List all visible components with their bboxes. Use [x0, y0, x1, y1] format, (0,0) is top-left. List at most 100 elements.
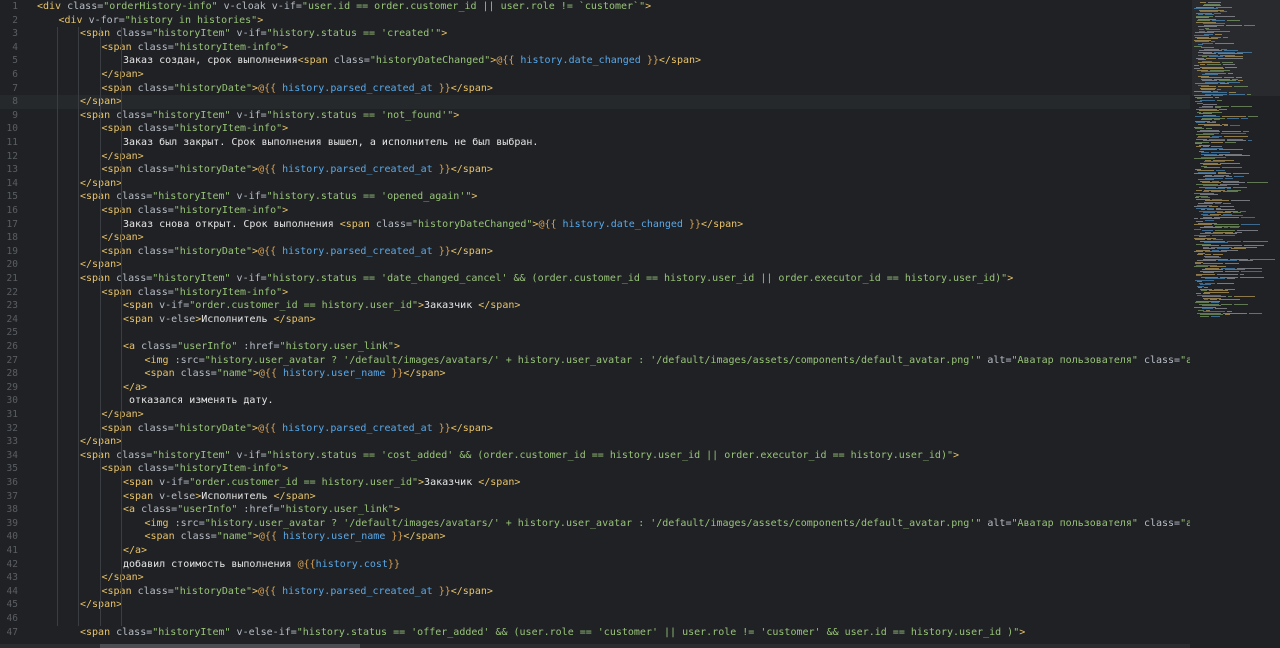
minimap-line: [1220, 83, 1229, 85]
minimap-line: [1224, 227, 1228, 229]
code-text: <span class="historyItem-info">: [102, 122, 289, 136]
token-txt: отказался изменять дату.: [123, 395, 274, 407]
token-attr: class=: [116, 626, 153, 638]
token-str: "historyDate": [173, 585, 253, 597]
minimap-line: [1223, 63, 1235, 65]
code-line[interactable]: 17 Заказ снова открыт. Срок выполнения <s…: [0, 218, 1190, 232]
code-line[interactable]: 42 добавил стоимость выполнения @{{histor…: [0, 558, 1190, 572]
minimap-line: [1234, 296, 1255, 298]
code-text: <span class="historyDate">@{{ history.pa…: [102, 245, 493, 259]
minimap-line: [1230, 125, 1240, 127]
code-line[interactable]: 18 </span>: [0, 231, 1190, 245]
token-attr: class=: [137, 123, 174, 135]
token-str: "user.id == order.customer_id || user.ro…: [301, 1, 646, 12]
token-attr: class=: [137, 205, 174, 216]
token-tag: <span: [297, 55, 334, 67]
code-line[interactable]: 45 </span>: [0, 598, 1190, 612]
code-line[interactable]: 47 <span class="historyItem" v-else-if="h…: [0, 626, 1190, 640]
minimap-line: [1220, 206, 1234, 208]
code-line[interactable]: 2 <div v-for="history in histories">: [0, 14, 1190, 28]
code-line[interactable]: 46: [0, 612, 1190, 626]
token-str: "name": [216, 531, 253, 543]
code-line[interactable]: 10 <span class="historyItem-info">: [0, 122, 1190, 136]
code-line[interactable]: 21 <span class="historyItem" v-if="histor…: [0, 272, 1190, 286]
code-line[interactable]: 12 </span>: [0, 150, 1190, 164]
code-line[interactable]: 43 </span>: [0, 571, 1190, 585]
code-line[interactable]: 6 </span>: [0, 68, 1190, 82]
code-line[interactable]: 8 </span>: [0, 95, 1190, 109]
line-number: 9: [12, 109, 18, 121]
horizontal-scrollbar-thumb[interactable]: [100, 644, 360, 648]
code-line[interactable]: 4 <span class="historyItem-info">: [0, 41, 1190, 55]
minimap-line: [1227, 240, 1241, 242]
code-line[interactable]: 23 <span v-if="order.customer_id == histo…: [0, 299, 1190, 313]
minimap-line: [1226, 24, 1242, 26]
minimap[interactable]: [1192, 0, 1280, 648]
code-line[interactable]: 25: [0, 326, 1190, 340]
code-line[interactable]: 5 Заказ создан, срок выполнения<span clas…: [0, 54, 1190, 68]
horizontal-scrollbar[interactable]: [0, 644, 1190, 648]
minimap-line: [1227, 20, 1240, 22]
token-mus: @{{: [496, 55, 521, 67]
code-line[interactable]: 44 <span class="historyDate">@{{ history.…: [0, 585, 1190, 599]
line-number: 27: [6, 354, 18, 366]
code-line[interactable]: 1 <div class="orderHistory-info" v-cloak …: [0, 0, 1190, 14]
code-line[interactable]: 29 </a>: [0, 381, 1190, 395]
code-text: </a>: [123, 381, 147, 395]
code-line[interactable]: 30 отказался изменять дату.: [0, 394, 1190, 408]
code-line[interactable]: 32 <span class="historyDate">@{{ history.…: [0, 422, 1190, 436]
code-line[interactable]: 16 <span class="historyItem-info">: [0, 204, 1190, 218]
code-line[interactable]: 7 <span class="historyDate">@{{ history.p…: [0, 82, 1190, 96]
minimap-line: [1229, 93, 1245, 95]
code-line[interactable]: 35 <span class="historyItem-info">: [0, 462, 1190, 476]
code-line[interactable]: 33 </span>: [0, 435, 1190, 449]
code-line[interactable]: 37 <span v-else>Исполнитель </span>: [0, 490, 1190, 504]
code-line[interactable]: 36 <span v-if="order.customer_id == histo…: [0, 476, 1190, 490]
token-var: history.parsed_created_at: [282, 245, 433, 257]
code-line[interactable]: 13 <span class="historyDate">@{{ history.…: [0, 163, 1190, 177]
code-text: <span class="name">@{{ history.user_name…: [145, 530, 446, 544]
token-tag: >: [1007, 273, 1014, 284]
code-line[interactable]: 9 <span class="historyItem" v-if="history…: [0, 109, 1190, 123]
code-line[interactable]: 22 <span class="historyItem-info">: [0, 286, 1190, 300]
line-number: 32: [6, 422, 18, 434]
code-line[interactable]: 34 <span class="historyItem" v-if="histor…: [0, 449, 1190, 463]
token-mus: }}: [682, 218, 702, 230]
code-line[interactable]: 28 <span class="name">@{{ history.user_na…: [0, 367, 1190, 381]
code-line[interactable]: 20 </span>: [0, 258, 1190, 272]
code-line[interactable]: 14 </span>: [0, 177, 1190, 191]
code-line[interactable]: 40 <span class="name">@{{ history.user_na…: [0, 530, 1190, 544]
token-attr: class=: [141, 504, 178, 516]
code-text: <img :src="history.user_avatar ? '/defau…: [145, 517, 1191, 531]
code-line[interactable]: 39 <img :src="history.user_avatar ? '/def…: [0, 517, 1190, 531]
minimap-line: [1244, 24, 1255, 26]
token-mus: @{{: [258, 164, 283, 176]
code-line[interactable]: 26 <a class="userInfo" :href="history.use…: [0, 340, 1190, 354]
code-text: </span>: [80, 95, 122, 109]
minimap-line: [1249, 312, 1262, 314]
line-number: 30: [6, 395, 18, 407]
line-number: 11: [6, 137, 18, 148]
code-line[interactable]: 19 <span class="historyDate">@{{ history.…: [0, 245, 1190, 259]
code-line[interactable]: 41 </a>: [0, 544, 1190, 558]
code-line[interactable]: 38 <a class="userInfo" :href="history.use…: [0, 503, 1190, 517]
code-line[interactable]: 11 Заказ был закрыт. Срок выполнения выше…: [0, 136, 1190, 150]
code-line[interactable]: 31 </span>: [0, 408, 1190, 422]
line-number: 23: [6, 300, 18, 312]
token-tag: <div: [58, 14, 89, 26]
code-line[interactable]: 3 <span class="historyItem" v-if="history…: [0, 27, 1190, 41]
code-editor[interactable]: 1 <div class="orderHistory-info" v-cloak …: [0, 0, 1190, 648]
line-number: 7: [12, 82, 18, 94]
code-text: <a class="userInfo" :href="history.user_…: [123, 503, 400, 517]
token-attr: v-else: [159, 313, 196, 325]
line-number: 2: [12, 14, 18, 26]
token-attr: v-else: [159, 490, 196, 502]
minimap-line: [1225, 155, 1250, 157]
code-line[interactable]: 27 <img :src="history.user_avatar ? '/def…: [0, 354, 1190, 368]
token-attr: v-if=: [230, 191, 267, 203]
code-line[interactable]: 24 <span v-else>Исполнитель </span>: [0, 313, 1190, 327]
minimap-line: [1225, 263, 1239, 265]
code-line[interactable]: 15 <span class="historyItem" v-if="histor…: [0, 190, 1190, 204]
token-attr: v-if=: [159, 300, 190, 312]
token-attr: class=: [67, 1, 104, 12]
